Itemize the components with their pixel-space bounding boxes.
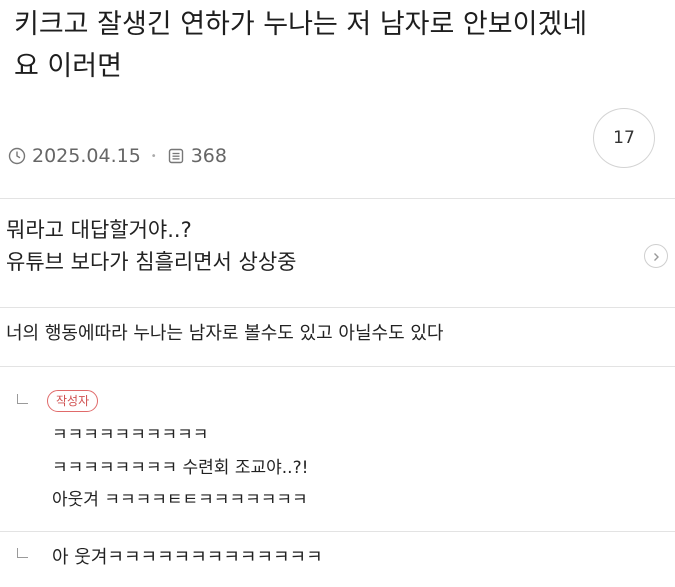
- post-meta: 2025.04.15 • 368: [8, 143, 227, 169]
- clock-icon: [8, 147, 26, 165]
- reply-text-line: 아웃겨 ㅋㅋㅋㅋㅌㅌㅋㅋㅋㅋㅋㅋㅋ: [52, 490, 308, 510]
- header-divider: [0, 198, 675, 199]
- chevron-right-icon: [651, 247, 661, 266]
- view-count: 368: [190, 145, 227, 167]
- next-button[interactable]: [644, 244, 668, 268]
- post-body-line: 뭐라고 대답할거야..?: [6, 218, 192, 242]
- document-icon: [167, 147, 185, 165]
- meta-separator: •: [150, 150, 157, 162]
- reply-text-line: ㅋㅋㅋㅋㅋㅋㅋㅋ 수련회 조교야..?!: [52, 458, 309, 478]
- reply-divider: [0, 531, 675, 532]
- post-date: 2025.04.15: [32, 145, 141, 167]
- post-title: 키크고 잘생긴 연하가 누나는 저 남자로 안보이겠네요 이러면: [14, 9, 588, 82]
- reply-text-line: ㅋㅋㅋㅋㅋㅋㅋㅋㅋㅋ: [52, 425, 209, 445]
- body-divider: [0, 307, 675, 308]
- post-body-line: 유튜브 보다가 침흘리면서 상상중: [6, 250, 297, 274]
- author-badge: 작성자: [47, 390, 99, 412]
- reply-arrow-icon: [17, 394, 28, 404]
- reply-text-line: 아 웃겨ㅋㅋㅋㅋㅋㅋㅋㅋㅋㅋㅋㅋㅋ: [52, 547, 323, 568]
- reply-arrow-icon: [17, 548, 28, 558]
- comment-count-button[interactable]: 17: [593, 108, 655, 168]
- post-body: 뭐라고 대답할거야..? 유튜브 보다가 침흘리면서 상상중: [6, 214, 297, 278]
- comment-text: 너의 행동에따라 누나는 남자로 볼수도 있고 아닐수도 있다: [6, 323, 444, 344]
- comment-divider: [0, 366, 675, 367]
- comment-count-label: 17: [613, 128, 635, 148]
